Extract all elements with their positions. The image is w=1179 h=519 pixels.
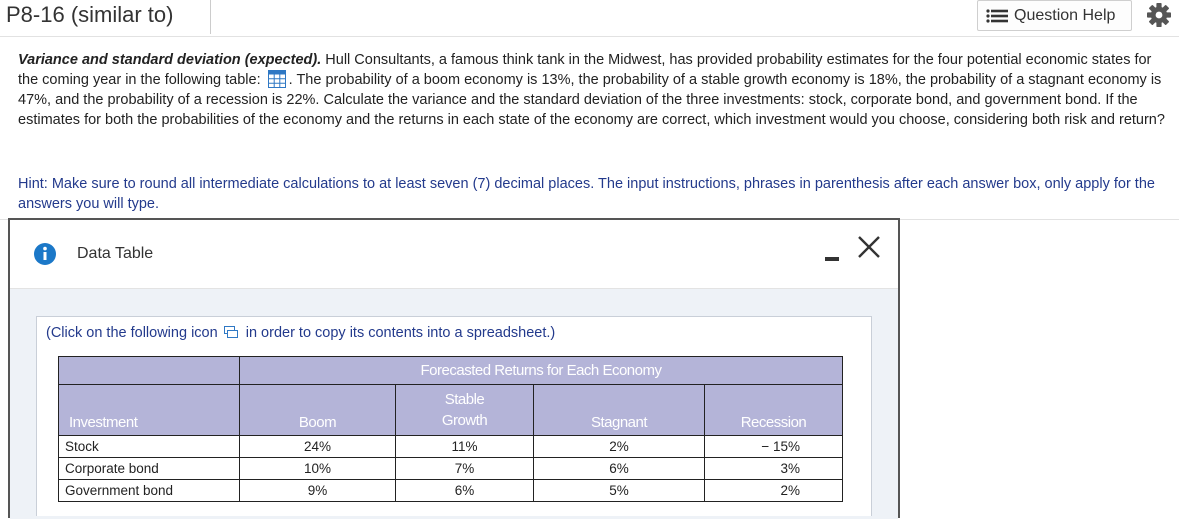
stagnant-cell: 6%	[533, 457, 705, 480]
column-header-investment: Investment	[58, 384, 240, 436]
dialog-header: Data Table	[10, 220, 898, 289]
stagnant-cell: 2%	[533, 435, 705, 458]
page-title: P8-16 (similar to)	[6, 2, 174, 27]
table-row: Stock 24% 11% 2% − 15%	[58, 435, 843, 458]
column-header-stable-growth: Stable Growth	[395, 384, 534, 436]
question-help-label: Question Help	[1014, 7, 1116, 24]
copy-instructions: (Click on the following icon in order to…	[46, 325, 555, 341]
copy-spreadsheet-icon[interactable]	[223, 326, 238, 338]
header-divider	[0, 36, 1179, 37]
column-header-recession: Recession	[704, 384, 843, 436]
data-table-dialog: Data Table (Click on the following icon …	[8, 218, 900, 519]
copy-note-before: (Click on the following icon	[46, 325, 218, 341]
top-bar: P8-16 (similar to) Question Help	[0, 0, 1179, 36]
stable-growth-cell: 11%	[395, 435, 534, 458]
dialog-title: Data Table	[77, 245, 154, 262]
stable-growth-cell: 7%	[395, 457, 534, 480]
hint-text: Hint: Make sure to round all intermediat…	[18, 176, 1155, 212]
boom-cell: 10%	[239, 457, 396, 480]
forecast-returns-table: Forecasted Returns for Each Economy Inve…	[58, 356, 843, 502]
close-icon[interactable]	[856, 234, 882, 260]
column-header-boom: Boom	[239, 384, 396, 436]
investment-cell: Stock	[58, 435, 240, 458]
recession-cell: − 15%	[704, 435, 843, 458]
recession-cell: 3%	[704, 457, 843, 480]
gear-icon[interactable]	[1146, 2, 1172, 28]
table-corner	[58, 356, 240, 385]
data-table-panel: (Click on the following icon in order to…	[36, 316, 872, 516]
question-lead: Variance and standard deviation (expecte…	[18, 52, 322, 68]
stable-growth-cell: 6%	[395, 479, 534, 502]
table-group-header: Forecasted Returns for Each Economy	[239, 356, 843, 385]
stagnant-cell: 5%	[533, 479, 705, 502]
list-icon	[986, 9, 1008, 23]
column-header-stagnant: Stagnant	[533, 384, 705, 436]
data-table-icon[interactable]	[267, 70, 286, 88]
question-text: Variance and standard deviation (expecte…	[18, 50, 1168, 130]
investment-cell: Government bond	[58, 479, 240, 502]
investment-cell: Corporate bond	[58, 457, 240, 480]
recession-cell: 2%	[704, 479, 843, 502]
minimize-icon[interactable]	[824, 244, 840, 264]
boom-cell: 24%	[239, 435, 396, 458]
dialog-body: (Click on the following icon in order to…	[10, 289, 898, 519]
question-help-button[interactable]: Question Help	[977, 0, 1132, 31]
table-row: Government bond 9% 6% 5% 2%	[58, 479, 843, 502]
table-row: Corporate bond 10% 7% 6% 3%	[58, 457, 843, 480]
boom-cell: 9%	[239, 479, 396, 502]
info-icon	[34, 243, 56, 265]
title-separator	[210, 0, 211, 34]
copy-note-after: in order to copy its contents into a spr…	[245, 325, 556, 341]
